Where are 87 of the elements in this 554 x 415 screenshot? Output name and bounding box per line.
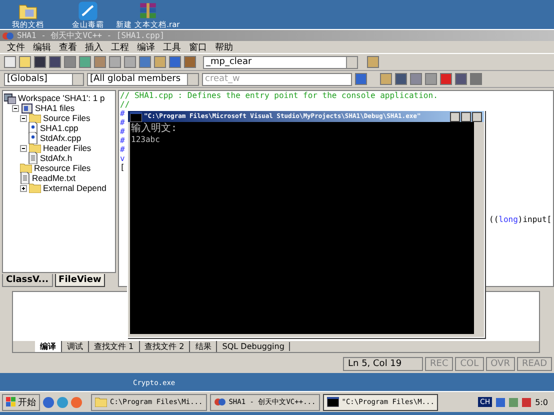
code-line: #: [120, 127, 125, 136]
flag-icon: [6, 397, 16, 407]
app-icon: [2, 30, 14, 40]
toolbar-icon[interactable]: [367, 56, 379, 68]
menu-item[interactable]: 插入: [84, 40, 104, 54]
menu-item[interactable]: 编辑: [32, 40, 52, 54]
tree-item[interactable]: StdAfx.cpp: [4, 133, 114, 143]
file-icon: [20, 172, 30, 184]
folder-icon: [20, 163, 32, 173]
clock: 5:0: [535, 398, 548, 406]
folder-icon: [29, 143, 41, 153]
console-output: 输入明文: 123abc: [130, 122, 474, 334]
output-tab[interactable]: 编译: [35, 341, 62, 352]
toolbar-icon[interactable]: [34, 56, 46, 68]
tree-item[interactable]: SHA1 files: [4, 103, 114, 113]
toolbar-icon[interactable]: [109, 56, 121, 68]
file-icon: [28, 152, 38, 164]
minimize-button[interactable]: [450, 112, 460, 122]
toolbar-icon[interactable]: [154, 56, 166, 68]
file-icon: [28, 132, 38, 144]
code-line: #: [120, 109, 125, 118]
class-combo[interactable]: [Globals]: [4, 72, 84, 86]
menu-item[interactable]: 工具: [162, 40, 182, 54]
workspace-icon: [4, 92, 16, 104]
tree-item[interactable]: External Depend: [4, 183, 114, 193]
project-icon: [21, 102, 33, 114]
output-tab[interactable]: 查找文件 1: [89, 341, 140, 352]
code-line: //: [120, 100, 130, 109]
toolbar-icon[interactable]: [124, 56, 136, 68]
collapse-icon[interactable]: [12, 104, 19, 112]
code-line: ((long)input[: [489, 215, 552, 224]
collapse-icon[interactable]: [20, 114, 27, 122]
status-indicator: REC: [425, 357, 454, 371]
workspace-tab[interactable]: FileView: [54, 274, 106, 287]
code-line: #: [120, 145, 125, 154]
folder-icon: [29, 113, 41, 123]
code-line: // SHA1.cpp : Defines the entry point for the console application.: [120, 91, 438, 100]
menu-item[interactable]: 查看: [58, 40, 78, 54]
toolbar-icon[interactable]: [19, 56, 31, 68]
cursor-position: Ln 5, Col 19: [343, 357, 423, 371]
tree-item[interactable]: Resource Files: [4, 163, 114, 173]
toolbar-icon[interactable]: [395, 73, 407, 85]
output-tab[interactable]: 查找文件 2: [140, 341, 190, 352]
menu-item[interactable]: 窗口: [188, 40, 208, 54]
menu-item[interactable]: 文件: [6, 40, 26, 54]
toolbar-icon[interactable]: [49, 56, 61, 68]
tree-item[interactable]: Workspace 'SHA1': 1 p: [4, 93, 114, 103]
window-title: SHA1 - 创天中文VC++ - [SHA1.cpp]: [17, 30, 165, 41]
expand-icon[interactable]: [20, 184, 27, 192]
close-button[interactable]: [472, 112, 482, 122]
tree-item[interactable]: ReadMe.txt: [4, 173, 114, 183]
code-line: [: [120, 163, 125, 172]
folder-icon: [95, 397, 107, 407]
collapse-icon[interactable]: [20, 144, 27, 152]
start-button[interactable]: 开始: [2, 394, 40, 410]
tree-item[interactable]: StdAfx.h: [4, 153, 114, 163]
output-tab[interactable]: 调试: [62, 341, 89, 352]
workspace-tab[interactable]: ClassV...: [2, 274, 53, 287]
folder-icon: [29, 183, 41, 193]
output-tab[interactable]: 结果: [190, 341, 218, 352]
status-indicator: COL: [455, 357, 484, 371]
toolbar-icon[interactable]: [79, 56, 91, 68]
toolbar-icon[interactable]: [380, 73, 392, 85]
status-indicator: OVR: [486, 357, 515, 371]
toolbar-icon[interactable]: [4, 56, 16, 68]
maximize-button[interactable]: [461, 112, 471, 122]
menu-item[interactable]: 帮助: [214, 40, 234, 54]
console-icon: [326, 397, 339, 407]
code-line: #: [120, 136, 125, 145]
code-line: #: [120, 118, 125, 127]
members-combo[interactable]: [All global members: [87, 72, 199, 86]
menu-item[interactable]: 编译: [136, 40, 156, 54]
status-indicator: READ: [516, 357, 552, 371]
archive-icon: [138, 1, 158, 21]
code-line: v: [120, 154, 125, 163]
console-icon: [130, 112, 142, 122]
tree-item[interactable]: Header Files: [4, 143, 114, 153]
toolbar-icon[interactable]: [455, 73, 467, 85]
quick-launch-icon[interactable]: [57, 396, 68, 408]
menu-item[interactable]: 工程: [110, 40, 130, 54]
quick-launch-icon[interactable]: [43, 396, 54, 408]
find-combo[interactable]: _mp_clear: [203, 56, 358, 68]
toolbar-icon[interactable]: [425, 73, 437, 85]
app-icon: [214, 397, 226, 407]
tree-item[interactable]: Source Files: [4, 113, 114, 123]
output-tab[interactable]: SQL Debugging: [217, 342, 290, 351]
quick-launch-icon[interactable]: [71, 396, 82, 408]
